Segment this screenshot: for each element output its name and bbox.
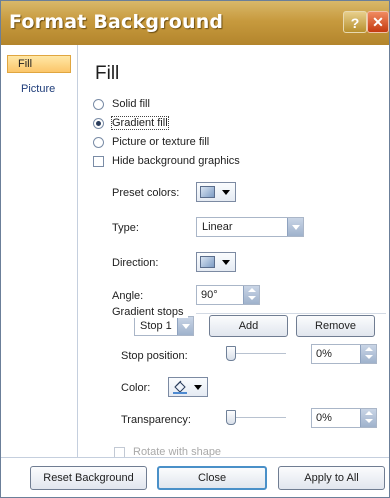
panel-heading: Fill (95, 63, 120, 84)
angle-value: 90° (201, 289, 218, 301)
spin-up-icon (365, 347, 373, 351)
solid-fill-radio[interactable] (93, 98, 104, 110)
chevron-down-icon[interactable] (287, 218, 303, 236)
angle-spin-buttons[interactable] (243, 286, 259, 304)
picture-texture-radio[interactable] (93, 136, 104, 148)
color-button[interactable] (168, 377, 208, 397)
spin-up-icon (365, 411, 373, 415)
stop-position-spin-buttons[interactable] (360, 345, 376, 363)
spin-down-icon (365, 419, 373, 423)
transparency-label: Transparency: (121, 414, 191, 426)
spin-up-icon (248, 288, 256, 292)
spin-down-icon (248, 296, 256, 300)
hide-bg-checkbox[interactable] (93, 155, 104, 167)
angle-label: Angle: (112, 290, 144, 302)
remove-stop-button[interactable]: Remove (296, 315, 375, 337)
gradient-swatch-icon (200, 186, 215, 198)
transparency-value: 0% (316, 412, 332, 424)
type-select[interactable]: Linear (196, 217, 304, 237)
chevron-down-icon (194, 385, 202, 390)
stop-value: Stop 1 (140, 320, 172, 332)
transparency-spin-buttons[interactable] (360, 409, 376, 427)
rotate-with-shape-checkbox (114, 446, 125, 458)
transparency-spinner[interactable]: 0% (311, 408, 377, 428)
slider-thumb[interactable] (226, 410, 236, 425)
direction-swatch-icon (200, 256, 215, 268)
picture-texture-label: Picture or texture fill (112, 136, 210, 148)
solid-fill-label: Solid fill (112, 98, 150, 110)
preset-colors-button[interactable] (196, 182, 236, 202)
footer-divider (1, 457, 389, 458)
hide-bg-label: Hide background graphics (112, 155, 240, 167)
gradient-stops-divider (196, 313, 386, 314)
stop-position-label: Stop position: (121, 350, 188, 362)
hide-bg-option[interactable]: Hide background graphics (93, 153, 240, 169)
spin-down-icon (365, 355, 373, 359)
stop-select[interactable]: Stop 1 (134, 316, 194, 336)
chevron-down-icon (222, 260, 230, 265)
angle-spinner[interactable]: 90° (196, 285, 260, 305)
stop-position-spinner[interactable]: 0% (311, 344, 377, 364)
solid-fill-option[interactable]: Solid fill (93, 96, 150, 112)
help-button[interactable]: ? (343, 11, 367, 33)
close-window-button[interactable]: ✕ (367, 11, 389, 33)
type-label: Type: (112, 222, 139, 234)
paint-bucket-icon (172, 380, 188, 394)
picture-texture-option[interactable]: Picture or texture fill (93, 134, 209, 150)
add-stop-button[interactable]: Add (209, 315, 288, 337)
close-button[interactable]: Close (157, 466, 267, 490)
sidebar-item-fill[interactable]: Fill (7, 55, 71, 73)
type-value: Linear (202, 221, 233, 233)
direction-button[interactable] (196, 252, 236, 272)
sidebar-item-picture[interactable]: Picture (7, 81, 85, 101)
transparency-slider[interactable] (226, 408, 286, 428)
slider-thumb[interactable] (226, 346, 236, 361)
apply-to-all-button[interactable]: Apply to All (278, 466, 385, 490)
reset-background-button[interactable]: Reset Background (30, 466, 147, 490)
dialog-title: Format Background (9, 11, 224, 33)
gradient-fill-radio[interactable] (93, 117, 104, 129)
gradient-fill-option[interactable]: Gradient fill (93, 115, 169, 131)
preset-colors-label: Preset colors: (112, 187, 180, 199)
color-label: Color: (121, 382, 151, 394)
gradient-stops-label: Gradient stops (112, 306, 188, 318)
sidebar: Fill Picture (1, 45, 78, 457)
title-bar[interactable]: Format Background ? ✕ (1, 1, 389, 45)
direction-label: Direction: (112, 257, 159, 269)
chevron-down-icon[interactable] (177, 317, 193, 335)
fill-panel: Fill Solid fill Gradient fill Picture or… (78, 45, 389, 458)
chevron-down-icon (222, 190, 230, 195)
stop-position-slider[interactable] (226, 344, 286, 364)
stop-position-value: 0% (316, 348, 332, 360)
gradient-fill-label: Gradient fill (111, 116, 169, 130)
format-background-dialog: Format Background ? ✕ Fill Picture Fill … (0, 0, 390, 498)
